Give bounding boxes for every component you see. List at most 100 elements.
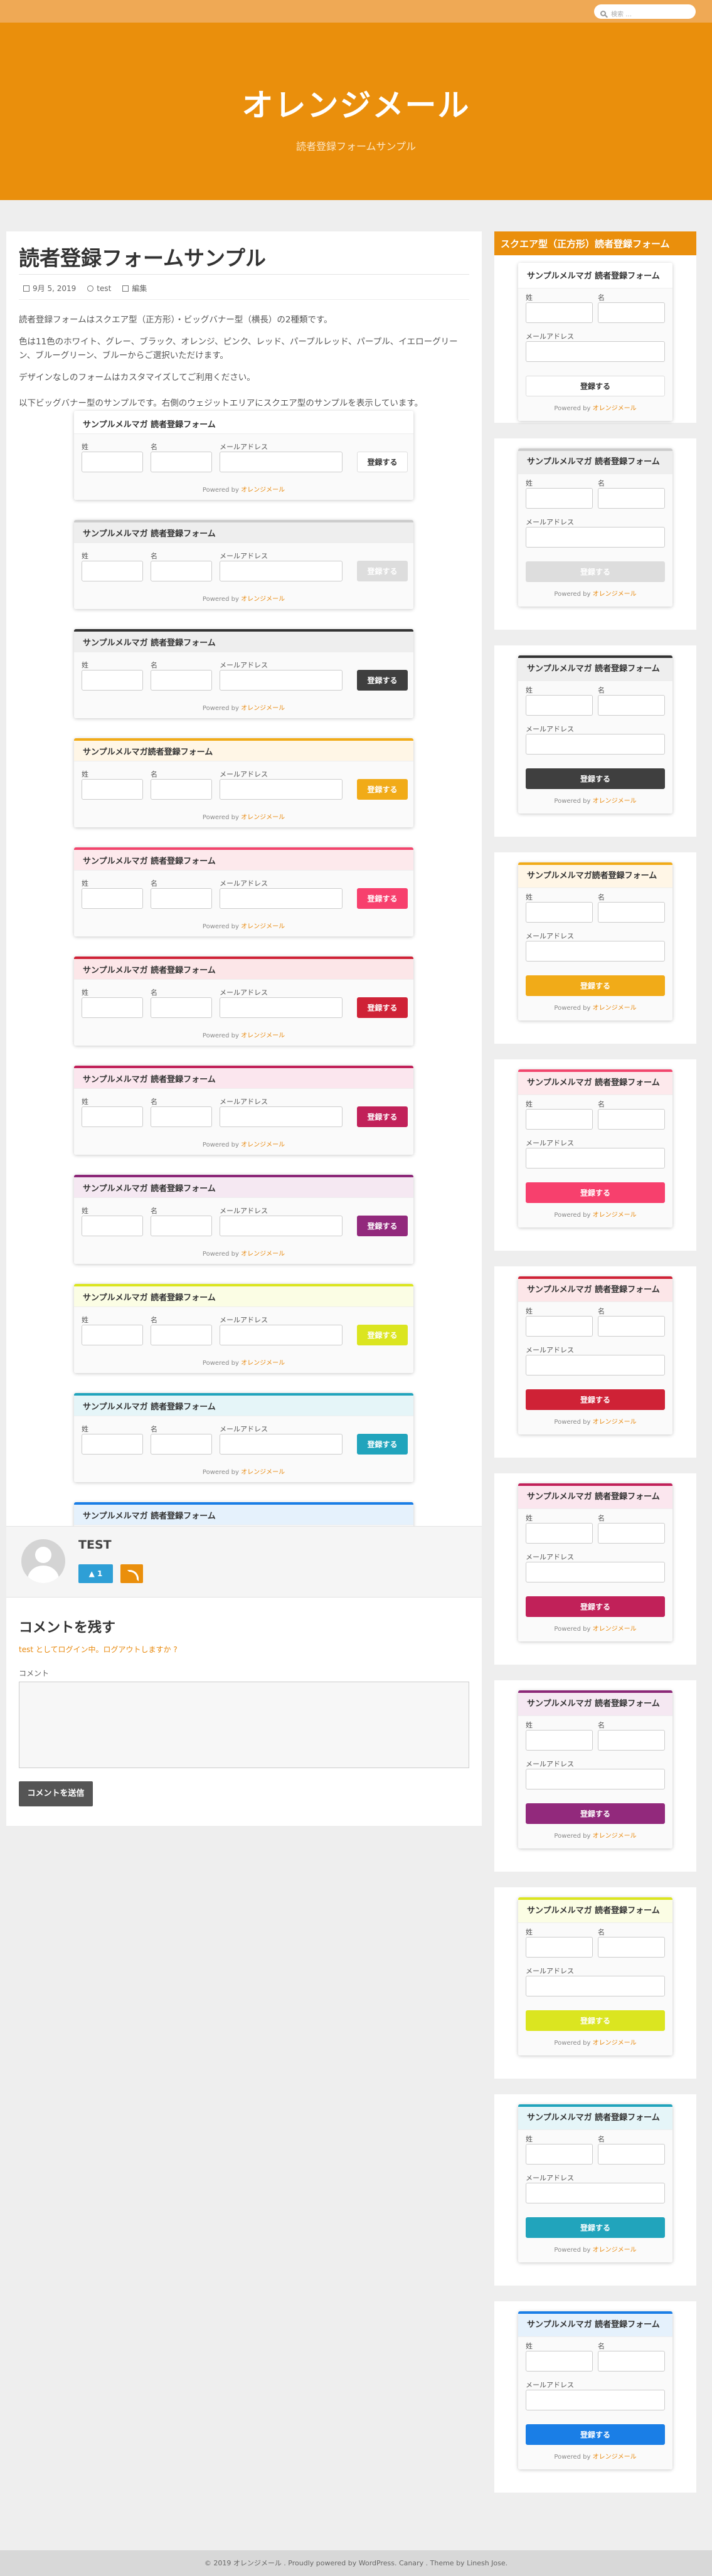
sei-input[interactable]: [526, 1937, 593, 1958]
sei-input[interactable]: [526, 1730, 593, 1751]
mei-input[interactable]: [151, 1106, 212, 1127]
mei-input[interactable]: [151, 1216, 212, 1236]
email-input[interactable]: [220, 888, 343, 909]
sei-input[interactable]: [526, 488, 593, 509]
email-input[interactable]: [526, 1976, 665, 1996]
subscribe-button[interactable]: 登録する: [357, 561, 408, 581]
powered-brand-link[interactable]: オレンジメール: [241, 1360, 285, 1367]
sei-input[interactable]: [526, 2351, 593, 2372]
sei-input[interactable]: [526, 695, 593, 716]
sei-input[interactable]: [82, 779, 143, 800]
subscribe-button[interactable]: 登録する: [526, 1596, 665, 1617]
search-input[interactable]: 検索 …: [594, 4, 696, 19]
sei-input[interactable]: [526, 1523, 593, 1544]
subscribe-button[interactable]: 登録する: [526, 975, 665, 996]
powered-brand-link[interactable]: オレンジメール: [241, 923, 285, 930]
mei-input[interactable]: [598, 2351, 665, 2372]
email-input[interactable]: [220, 561, 343, 581]
sei-input[interactable]: [526, 1316, 593, 1337]
mei-input[interactable]: [598, 1523, 665, 1544]
mei-input[interactable]: [598, 1730, 665, 1751]
email-input[interactable]: [220, 670, 343, 691]
mei-input[interactable]: [151, 561, 212, 581]
comment-textarea[interactable]: [19, 1682, 469, 1768]
email-input[interactable]: [526, 1769, 665, 1789]
subscribe-button[interactable]: 登録する: [357, 888, 408, 909]
sei-input[interactable]: [526, 902, 593, 923]
mei-input[interactable]: [598, 2144, 665, 2165]
email-input[interactable]: [526, 941, 665, 962]
subscribe-button[interactable]: 登録する: [526, 768, 665, 789]
powered-brand-link[interactable]: オレンジメール: [241, 1251, 285, 1258]
email-input[interactable]: [526, 1148, 665, 1169]
powered-brand-link[interactable]: オレンジメール: [241, 1142, 285, 1148]
mei-input[interactable]: [598, 1937, 665, 1958]
subscribe-button[interactable]: 登録する: [357, 1106, 408, 1127]
email-input[interactable]: [220, 1325, 343, 1345]
mei-input[interactable]: [151, 997, 212, 1018]
subscribe-button[interactable]: 登録する: [357, 1325, 408, 1345]
subscribe-button[interactable]: 登録する: [357, 1216, 408, 1236]
mei-input[interactable]: [151, 1434, 212, 1455]
powered-brand-link[interactable]: オレンジメール: [593, 1212, 637, 1219]
email-input[interactable]: [220, 1216, 343, 1236]
email-input[interactable]: [220, 997, 343, 1018]
mei-input[interactable]: [598, 302, 665, 323]
subscribe-button[interactable]: 登録する: [526, 2217, 665, 2238]
logged-in-link[interactable]: test としてログイン中。ログアウトしますか ?: [19, 1645, 178, 1654]
powered-brand-link[interactable]: オレンジメール: [593, 1005, 637, 1012]
sei-input[interactable]: [82, 1216, 143, 1236]
powered-brand-link[interactable]: オレンジメール: [593, 405, 637, 412]
subscribe-button[interactable]: 登録する: [526, 1803, 665, 1824]
mei-input[interactable]: [598, 695, 665, 716]
powered-brand-link[interactable]: オレンジメール: [593, 2454, 637, 2461]
mei-input[interactable]: [151, 452, 212, 472]
subscribe-button[interactable]: 登録する: [526, 561, 665, 582]
email-input[interactable]: [526, 527, 665, 548]
powered-brand-link[interactable]: オレンジメール: [241, 487, 285, 494]
powered-brand-link[interactable]: オレンジメール: [241, 814, 285, 821]
post-author[interactable]: test: [87, 284, 111, 293]
sei-input[interactable]: [526, 1109, 593, 1130]
mei-input[interactable]: [598, 1316, 665, 1337]
sei-input[interactable]: [82, 1106, 143, 1127]
email-input[interactable]: [220, 779, 343, 800]
powered-brand-link[interactable]: オレンジメール: [593, 1833, 637, 1840]
sei-input[interactable]: [526, 302, 593, 323]
powered-brand-link[interactable]: オレンジメール: [593, 1419, 637, 1426]
subscribe-button[interactable]: 登録する: [526, 376, 665, 396]
subscribe-button[interactable]: 登録する: [357, 997, 408, 1018]
powered-brand-link[interactable]: オレンジメール: [593, 591, 637, 598]
email-input[interactable]: [220, 1106, 343, 1127]
sei-input[interactable]: [526, 2144, 593, 2165]
sei-input[interactable]: [82, 561, 143, 581]
email-input[interactable]: [526, 341, 665, 362]
subscribe-button[interactable]: 登録する: [357, 1434, 408, 1455]
powered-brand-link[interactable]: オレンジメール: [241, 1469, 285, 1476]
powered-brand-link[interactable]: オレンジメール: [241, 1032, 285, 1039]
powered-brand-link[interactable]: オレンジメール: [593, 2247, 637, 2254]
sei-input[interactable]: [82, 1434, 143, 1455]
comment-submit-button[interactable]: コメントを送信: [19, 1781, 93, 1806]
mei-input[interactable]: [151, 888, 212, 909]
powered-brand-link[interactable]: オレンジメール: [593, 798, 637, 805]
sei-input[interactable]: [82, 997, 143, 1018]
subscribe-button[interactable]: 登録する: [526, 2010, 665, 2031]
mei-input[interactable]: [598, 488, 665, 509]
subscribe-button[interactable]: 登録する: [526, 2424, 665, 2445]
powered-brand-link[interactable]: オレンジメール: [593, 1626, 637, 1633]
mei-input[interactable]: [151, 1325, 212, 1345]
edit-link[interactable]: 編集: [122, 283, 147, 294]
subscribe-button[interactable]: 登録する: [526, 1182, 665, 1203]
powered-brand-link[interactable]: オレンジメール: [593, 2040, 637, 2047]
email-input[interactable]: [526, 1355, 665, 1375]
subscribe-button[interactable]: 登録する: [357, 670, 408, 691]
sei-input[interactable]: [82, 1325, 143, 1345]
email-input[interactable]: [526, 1562, 665, 1582]
email-input[interactable]: [220, 1434, 343, 1455]
mei-input[interactable]: [598, 902, 665, 923]
mei-input[interactable]: [598, 1109, 665, 1130]
email-input[interactable]: [526, 2183, 665, 2203]
sei-input[interactable]: [82, 670, 143, 691]
rss-icon[interactable]: [120, 1564, 143, 1583]
